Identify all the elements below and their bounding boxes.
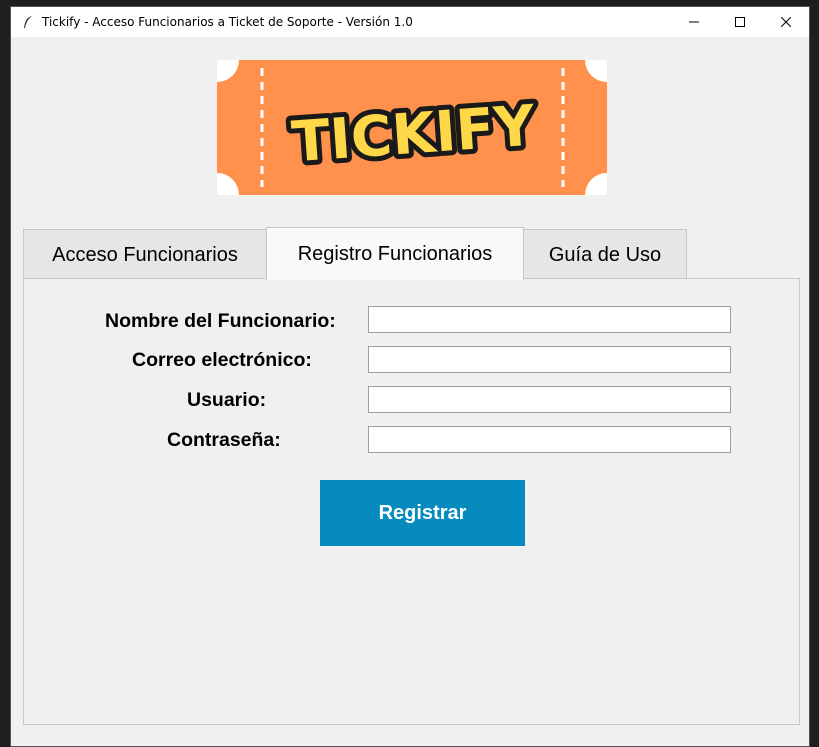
tab-acceso-funcionarios[interactable]: Acceso Funcionarios: [23, 229, 267, 280]
tab-label: Guía de Uso: [548, 243, 662, 266]
usuario-input[interactable]: [368, 386, 731, 413]
contrasena-input[interactable]: [368, 426, 731, 453]
registrar-button[interactable]: Registrar: [320, 480, 525, 546]
tab-label: Registro Funcionarios: [297, 242, 493, 265]
tab-label: Acceso Funcionarios: [52, 243, 238, 266]
contrasena-label: Contraseña:: [167, 429, 281, 451]
window-title: Tickify - Acceso Funcionarios a Ticket d…: [42, 15, 413, 29]
minimize-button[interactable]: [671, 7, 717, 37]
close-button[interactable]: [763, 7, 809, 37]
correo-label: Correo electrónico:: [132, 349, 312, 371]
feather-icon: [20, 14, 36, 30]
nombre-input[interactable]: [368, 306, 731, 333]
title-bar: Tickify - Acceso Funcionarios a Ticket d…: [11, 7, 809, 37]
usuario-label: Usuario:: [187, 389, 267, 411]
tickify-logo: TICKIFY TICKIFY: [217, 60, 607, 195]
nombre-label: Nombre del Funcionario:: [105, 310, 336, 332]
tab-registro-funcionarios[interactable]: Registro Funcionarios: [266, 227, 524, 280]
correo-input[interactable]: [368, 346, 731, 373]
registro-panel: Nombre del Funcionario: Correo electróni…: [23, 278, 800, 725]
app-window: Tickify - Acceso Funcionarios a Ticket d…: [10, 6, 810, 747]
maximize-button[interactable]: [717, 7, 763, 37]
tab-guia-de-uso[interactable]: Guía de Uso: [523, 229, 687, 280]
